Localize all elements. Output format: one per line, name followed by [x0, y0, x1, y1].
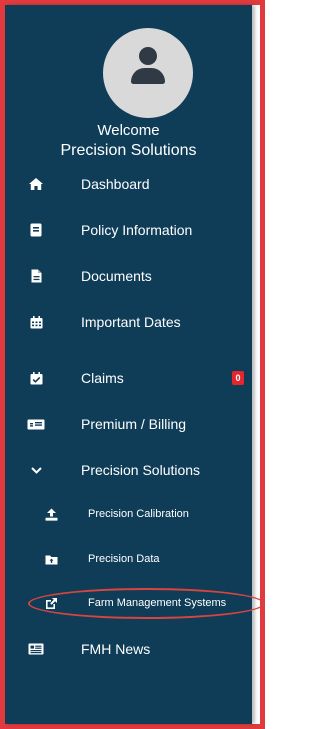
billing-icon	[27, 415, 45, 433]
sidebar-item-label: Claims	[81, 370, 124, 386]
sidebar-item-important-dates[interactable]: Important Dates	[5, 308, 252, 336]
sidebar-item-dashboard[interactable]: Dashboard	[5, 170, 252, 198]
user-head-icon	[139, 47, 157, 65]
sidebar-subitem-farm-management-systems[interactable]: Farm Management Systems	[5, 589, 252, 617]
calendar-check-icon	[27, 369, 45, 387]
welcome-text: Welcome	[97, 122, 160, 139]
external-link-icon	[42, 594, 60, 612]
sidebar-item-label: Documents	[81, 268, 152, 284]
sidebar-subitem-precision-data[interactable]: Precision Data	[5, 545, 252, 573]
sidebar-subitem-precision-calibration[interactable]: Precision Calibration	[5, 500, 252, 528]
sidebar-item-label: Important Dates	[81, 314, 181, 330]
sidebar-item-label: Premium / Billing	[81, 416, 187, 432]
chevron-down-icon	[27, 461, 45, 479]
avatar	[103, 28, 193, 118]
sidebar-item-premium-billing[interactable]: Premium / Billing	[5, 410, 252, 438]
news-icon	[27, 640, 45, 658]
sidebar-item-label: Policy Information	[81, 222, 193, 238]
calendar-icon	[27, 313, 45, 331]
document-icon	[27, 267, 45, 285]
sidebar: Welcome Precision Solutions Dashboard Po…	[5, 5, 252, 724]
sidebar-item-label: Farm Management Systems	[88, 597, 227, 609]
sidebar-item-precision-solutions[interactable]: Precision Solutions	[5, 456, 252, 484]
home-icon	[27, 175, 45, 193]
sidebar-item-label: Dashboard	[81, 176, 150, 192]
sidebar-item-label: Precision Calibration	[88, 508, 189, 520]
sidebar-item-label: FMH News	[81, 641, 151, 657]
user-name: Precision Solutions	[60, 142, 197, 159]
sidebar-item-claims[interactable]: Claims 0	[5, 364, 252, 392]
upload-icon	[42, 505, 60, 523]
sidebar-item-fmh-news[interactable]: FMH News	[5, 635, 252, 663]
sidebar-item-documents[interactable]: Documents	[5, 262, 252, 290]
sidebar-item-policy-information[interactable]: Policy Information	[5, 216, 252, 244]
folder-icon	[42, 550, 60, 568]
claims-count-badge: 0	[232, 371, 244, 385]
policy-icon	[27, 221, 45, 239]
sidebar-item-label: Precision Data	[88, 553, 160, 565]
user-body-icon	[131, 68, 165, 84]
sidebar-item-label: Precision Solutions	[81, 462, 201, 478]
